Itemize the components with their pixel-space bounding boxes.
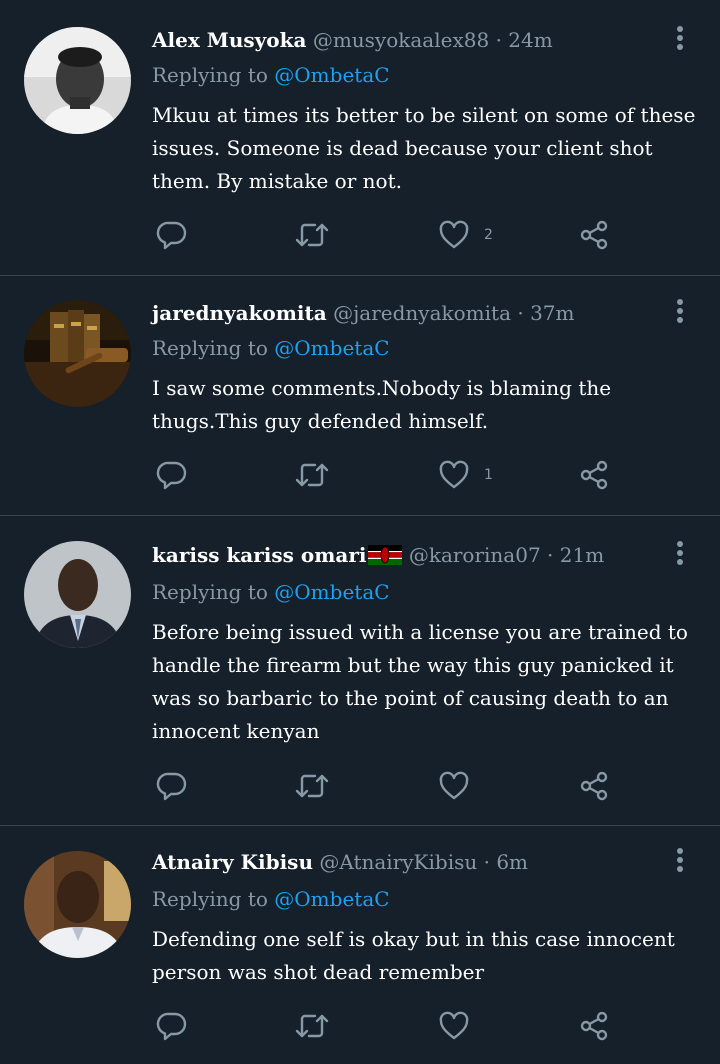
separator: · — [495, 28, 502, 52]
replying-to: Replying to @OmbetaC — [152, 885, 390, 913]
author-handle[interactable]: @musyokaalex88 — [313, 28, 489, 52]
author-name[interactable]: kariss kariss omari — [152, 543, 366, 567]
replying-label: Replying to — [152, 336, 268, 360]
share-button[interactable] — [578, 1008, 610, 1044]
like-button[interactable] — [438, 1008, 484, 1044]
replying-label: Replying to — [152, 580, 268, 604]
action-bar: 1 — [152, 457, 622, 493]
kenya-flag-icon — [368, 544, 403, 572]
avatar[interactable] — [24, 541, 131, 648]
retweet-button[interactable] — [294, 217, 330, 253]
timestamp[interactable]: 6m — [496, 850, 528, 874]
reply-button[interactable] — [156, 768, 188, 804]
heart-icon — [438, 1010, 470, 1042]
share-button[interactable] — [578, 768, 610, 804]
retweet-button[interactable] — [294, 1008, 330, 1044]
replying-to: Replying to @OmbetaC — [152, 61, 390, 89]
action-bar — [152, 768, 622, 804]
author-handle[interactable]: @AtnairyKibisu — [319, 850, 477, 874]
reply-icon — [156, 770, 188, 802]
separator: · — [483, 850, 490, 874]
heart-icon — [438, 459, 470, 491]
timestamp[interactable]: 24m — [508, 28, 552, 52]
replying-label: Replying to — [152, 887, 268, 911]
action-bar: 2 — [152, 217, 622, 253]
more-options-icon[interactable] — [674, 24, 686, 52]
share-button[interactable] — [578, 457, 610, 493]
reply-button[interactable] — [156, 457, 188, 493]
reply-mention-link[interactable]: @OmbetaC — [274, 887, 389, 911]
timestamp[interactable]: 37m — [530, 301, 574, 325]
author-handle[interactable]: @jarednyakomita — [333, 301, 511, 325]
replying-to: Replying to @OmbetaC — [152, 334, 390, 362]
author-name[interactable]: Atnairy Kibisu — [152, 850, 313, 874]
more-options-icon[interactable] — [674, 846, 686, 874]
retweet-button[interactable] — [294, 768, 330, 804]
like-button[interactable]: 1 — [438, 457, 493, 493]
share-button[interactable] — [578, 217, 610, 253]
timestamp[interactable]: 21m — [560, 543, 604, 567]
tweet-text: I saw some comments.Nobody is blaming th… — [152, 376, 612, 433]
retweet-button[interactable] — [294, 457, 330, 493]
heart-icon — [438, 219, 470, 251]
tweet[interactable]: kariss kariss omari @karorina07 · 21m Re… — [0, 516, 720, 826]
share-icon — [578, 770, 610, 802]
author-handle[interactable]: @karorina07 — [409, 543, 541, 567]
author-name[interactable]: jarednyakomita — [152, 301, 327, 325]
more-options-icon[interactable] — [674, 297, 686, 325]
retweet-icon — [294, 770, 330, 802]
reply-icon — [156, 459, 188, 491]
like-button[interactable] — [438, 768, 484, 804]
more-options-icon[interactable] — [674, 539, 686, 567]
action-bar — [152, 1008, 622, 1044]
like-count: 2 — [484, 227, 493, 243]
retweet-icon — [294, 219, 330, 251]
tweet[interactable]: jarednyakomita @jarednyakomita · 37m Rep… — [0, 276, 720, 516]
reply-icon — [156, 219, 188, 251]
reply-mention-link[interactable]: @OmbetaC — [274, 580, 389, 604]
avatar[interactable] — [24, 851, 131, 958]
heart-icon — [438, 770, 470, 802]
retweet-icon — [294, 1010, 330, 1042]
reply-mention-link[interactable]: @OmbetaC — [274, 336, 389, 360]
separator: · — [547, 543, 554, 567]
avatar[interactable] — [24, 300, 131, 407]
avatar[interactable] — [24, 27, 131, 134]
replying-to: Replying to @OmbetaC — [152, 578, 390, 606]
tweet-text: Defending one self is okay but in this c… — [152, 927, 675, 984]
tweet-text: Mkuu at times its better to be silent on… — [152, 103, 696, 193]
reply-button[interactable] — [156, 1008, 188, 1044]
retweet-icon — [294, 459, 330, 491]
reply-icon — [156, 1010, 188, 1042]
tweet-text: Before being issued with a license you a… — [152, 620, 688, 743]
like-count: 1 — [484, 467, 493, 483]
tweet[interactable]: Alex Musyoka @musyokaalex88 · 24m Replyi… — [0, 0, 720, 276]
share-icon — [578, 219, 610, 251]
author-name[interactable]: Alex Musyoka — [152, 28, 306, 52]
like-button[interactable]: 2 — [438, 217, 493, 253]
reply-mention-link[interactable]: @OmbetaC — [274, 63, 389, 87]
share-icon — [578, 459, 610, 491]
replying-label: Replying to — [152, 63, 268, 87]
share-icon — [578, 1010, 610, 1042]
separator: · — [517, 301, 524, 325]
reply-button[interactable] — [156, 217, 188, 253]
tweet[interactable]: Atnairy Kibisu @AtnairyKibisu · 6m Reply… — [0, 826, 720, 1064]
